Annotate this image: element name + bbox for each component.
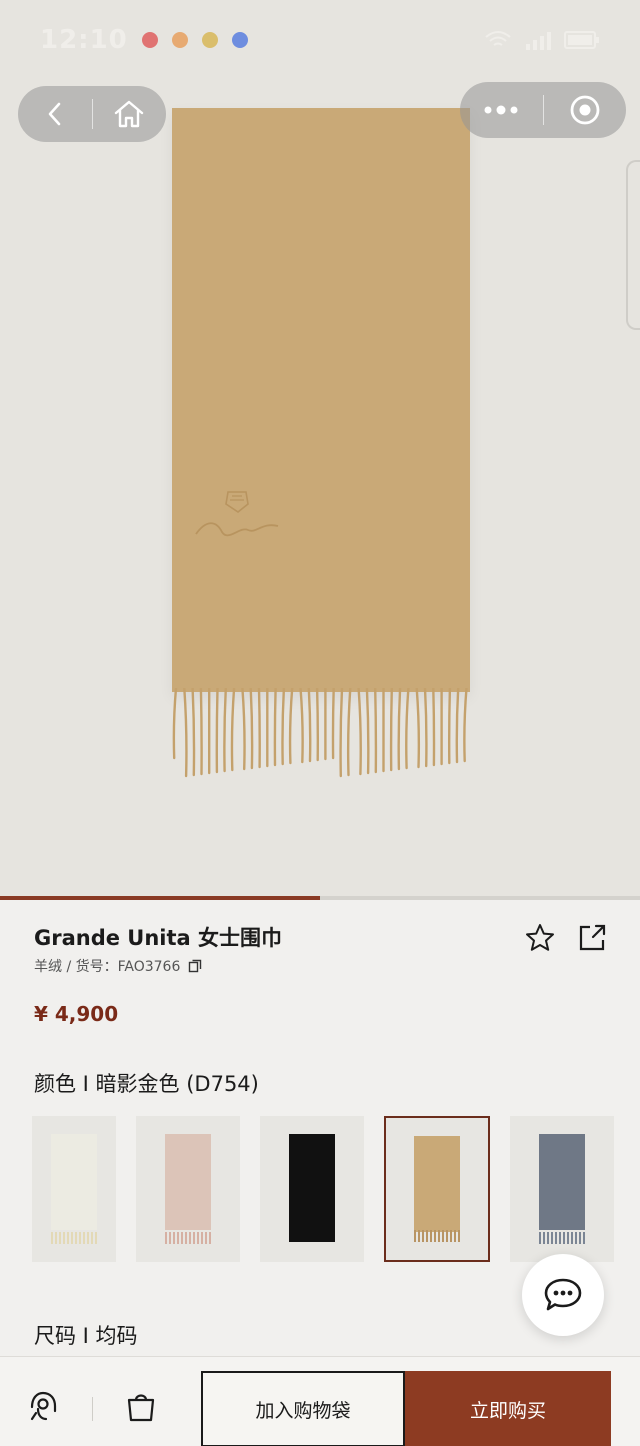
fringe-strand [307, 688, 312, 763]
fringe-strand [455, 688, 460, 764]
fringe-strand [199, 688, 203, 776]
fringe-strand [281, 688, 286, 766]
signal-icon [526, 32, 551, 50]
fringe-strand [183, 688, 188, 778]
status-bar: 12:10 [0, 0, 640, 80]
swatch-blue-grey[interactable] [510, 1116, 614, 1262]
fringe-strand [230, 688, 236, 772]
fringe-strand [405, 688, 410, 770]
fringe-strand [241, 688, 246, 771]
fringe-strand [397, 688, 402, 771]
fringe-strand [257, 688, 261, 769]
swatch-ivory[interactable] [32, 1116, 116, 1262]
chat-button[interactable] [522, 1254, 604, 1336]
fringe-strand [191, 688, 196, 777]
brand-logo [195, 491, 279, 537]
color-selection-label: 颜色 I 暗影金色 (D754) [34, 1072, 259, 1096]
fringe-strand [346, 688, 352, 777]
swatch-fringe [51, 1232, 97, 1244]
fringe-strand [288, 688, 294, 765]
scarf-fringe [172, 688, 468, 778]
side-drawer-handle[interactable] [626, 160, 640, 330]
swatch-black[interactable] [260, 1116, 364, 1262]
product-price: ¥ 4,900 [34, 1002, 119, 1026]
more-dots-icon [484, 105, 518, 115]
copy-icon[interactable] [188, 959, 202, 973]
fringe-strand [172, 688, 178, 760]
notification-icon [141, 32, 158, 48]
swatch-fringe [414, 1230, 460, 1242]
bottom-action-bar: 加入购物袋 立即购买 [0, 1356, 640, 1446]
swatch-fringe [539, 1232, 585, 1244]
fringe-strand [463, 688, 468, 763]
scarf-image [172, 108, 470, 692]
notification-icon [171, 32, 188, 48]
fringe-strand [299, 688, 304, 764]
product-title: Grande Unita 女士围巾 [34, 926, 283, 950]
fringe-strand [365, 688, 370, 775]
swatch-fringe [165, 1232, 211, 1244]
more-button[interactable] [460, 82, 543, 138]
close-miniprogram-button[interactable] [544, 82, 627, 138]
wifi-icon [485, 31, 511, 46]
star-icon[interactable] [524, 922, 556, 954]
status-time: 12:10 [40, 25, 128, 55]
buy-now-button[interactable]: 立即购买 [405, 1371, 611, 1446]
fringe-strand [423, 688, 428, 768]
status-indicators [484, 30, 600, 50]
color-swatches [32, 1116, 614, 1262]
fringe-strand [447, 688, 452, 765]
notification-icon [201, 32, 218, 48]
fringe-strand [215, 688, 219, 774]
swatch-scarf [51, 1134, 97, 1230]
fringe-strand [374, 688, 378, 774]
chevron-left-icon [48, 102, 61, 126]
fringe-strand [415, 688, 421, 769]
product-sku: 羊绒 / 货号：FAO3766 [34, 959, 181, 975]
target-icon [570, 95, 600, 125]
share-icon[interactable] [576, 922, 608, 954]
fringe-strand [223, 688, 227, 773]
swatch-scarf [165, 1134, 211, 1230]
customer-service-icon[interactable] [26, 1389, 60, 1423]
fringe-strand [432, 688, 436, 767]
swatch-scarf [414, 1136, 460, 1232]
notification-icon [231, 32, 248, 48]
fringe-strand [273, 688, 277, 767]
fringe-strand [249, 688, 254, 770]
swatch-blush[interactable] [136, 1116, 240, 1262]
swatch-scarf [539, 1134, 585, 1230]
product-image[interactable] [0, 0, 640, 898]
home-icon [115, 100, 144, 128]
fringe-strand [389, 688, 393, 772]
fringe-strand [331, 688, 335, 760]
home-button[interactable] [93, 86, 167, 142]
nav-capsule-right [460, 82, 626, 138]
product-subtitle: 羊绒 / 货号：FAO3766 [34, 956, 202, 976]
bottom-divider [92, 1397, 93, 1421]
add-to-bag-button[interactable]: 加入购物袋 [201, 1371, 405, 1446]
back-button[interactable] [18, 86, 92, 142]
fringe-strand [357, 688, 362, 776]
battery-icon [564, 31, 599, 49]
fringe-strand [315, 688, 320, 762]
shopping-bag-icon[interactable] [124, 1389, 158, 1423]
swatch-camel-selected[interactable] [384, 1116, 490, 1262]
swatch-scarf [289, 1134, 335, 1242]
nav-capsule-left [18, 86, 166, 142]
chat-bubble-icon [544, 1278, 582, 1311]
size-selection-label: 尺码 I 均码 [34, 1324, 138, 1348]
fringe-strand [339, 688, 344, 778]
